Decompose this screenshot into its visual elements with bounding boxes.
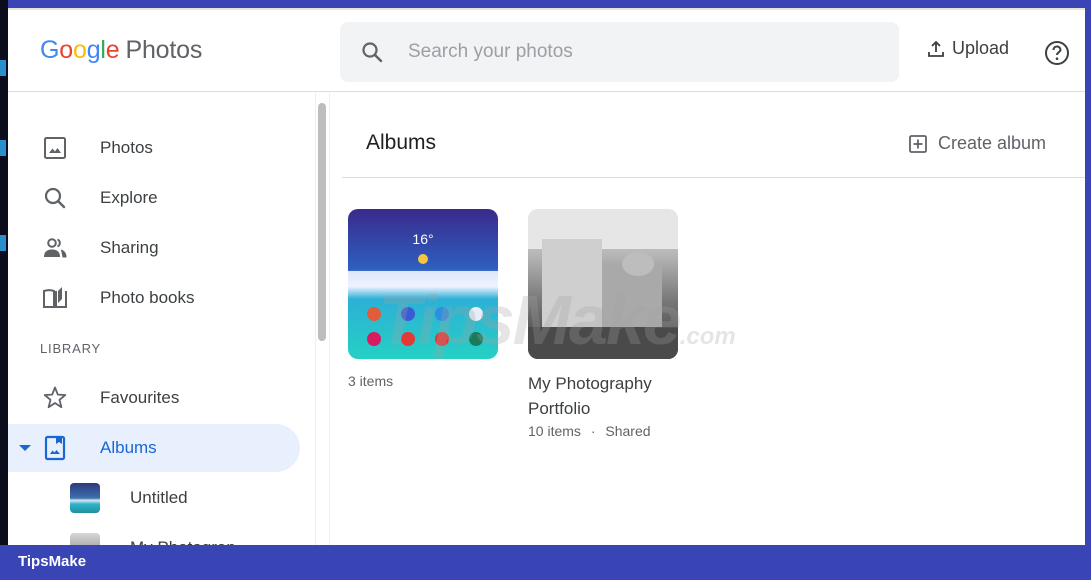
album-meta: 10 items · Shared [528,423,678,439]
google-photos-window: GooglePhotos Upload [8,8,1085,545]
sidebar-item-label: Photos [100,138,153,157]
logo-product: Photos [125,36,203,64]
album-title-line: Portfolio [528,399,591,418]
top-bar: GooglePhotos Upload [8,10,1085,92]
library-section-label: LIBRARY [40,341,101,356]
sidebar-item-favourites[interactable]: Favourites [8,374,300,422]
upload-icon [928,40,944,57]
page-title: Albums [366,131,437,154]
sidebar-item-label: Favourites [100,388,180,407]
create-album-button[interactable]: Create album [908,133,1046,154]
search-icon[interactable] [360,40,384,64]
sidebar-item-photo-books[interactable]: Photo books [8,274,300,322]
people-icon [44,238,67,258]
sidebar-item-explore[interactable]: Explore [8,174,300,222]
search-icon [44,187,66,209]
sidebar-item-label: Explore [100,188,158,207]
watermark: TipsMake.com [378,280,736,360]
album-item-count: 3 items [348,373,394,389]
sidebar-item-label: Sharing [100,238,159,257]
sidebar-album-label: My Photograp [130,538,236,545]
album-thumbnail [70,533,100,545]
photo-icon [44,137,66,159]
divider [342,177,1085,178]
album-icon [44,435,66,461]
add-box-icon [909,134,927,153]
album-item-count: 10 items [528,423,581,439]
search-bar[interactable] [340,22,899,82]
shared-badge: Shared [605,423,651,439]
book-icon [43,287,67,308]
sidebar-album-untitled[interactable]: Untitled [8,474,300,522]
logo-letter: o [59,36,73,64]
watermark-text: TipsMake [378,281,682,359]
background-desktop-strip [0,0,8,545]
watermark-suffix: .com [679,323,736,350]
desktop-fragment [0,60,6,76]
logo-letter: o [72,36,87,64]
logo-letter: G [40,36,60,64]
desktop-fragment [0,235,6,251]
logo-letter: g [86,36,101,64]
upload-button[interactable]: Upload [926,38,1009,59]
sidebar-item-label: Albums [100,438,157,457]
meta-separator: · [590,423,596,439]
desktop-fragment [0,140,6,156]
logo-letter: e [105,36,120,64]
album-title[interactable]: My Photography Portfolio [528,371,678,421]
album-title-line: My Photography [528,374,652,393]
sidebar-nav: Photos Explore Sharing Photo books LIBRA… [8,93,330,545]
sidebar-scrollbar-thumb[interactable] [318,103,326,341]
search-input[interactable] [408,22,878,82]
footer-brand: TipsMake [18,553,87,570]
svg-text:16°: 16° [412,231,433,247]
help-circle-icon[interactable] [1044,40,1070,66]
album-thumbnail [70,483,100,513]
sidebar-album-label: Untitled [130,488,188,507]
create-album-label: Create album [938,133,1047,153]
upload-label: Upload [952,38,1010,58]
sidebar-item-albums[interactable]: Albums [8,424,300,472]
sidebar-item-photos[interactable]: Photos [8,124,300,172]
star-icon [43,386,67,409]
expand-caret-icon[interactable] [19,445,31,451]
sidebar-item-sharing[interactable]: Sharing [8,224,300,272]
sidebar-album-my-photography[interactable]: My Photograp [8,524,300,545]
sidebar-item-label: Photo books [100,288,195,307]
google-photos-logo[interactable]: Google Photos [40,36,202,65]
